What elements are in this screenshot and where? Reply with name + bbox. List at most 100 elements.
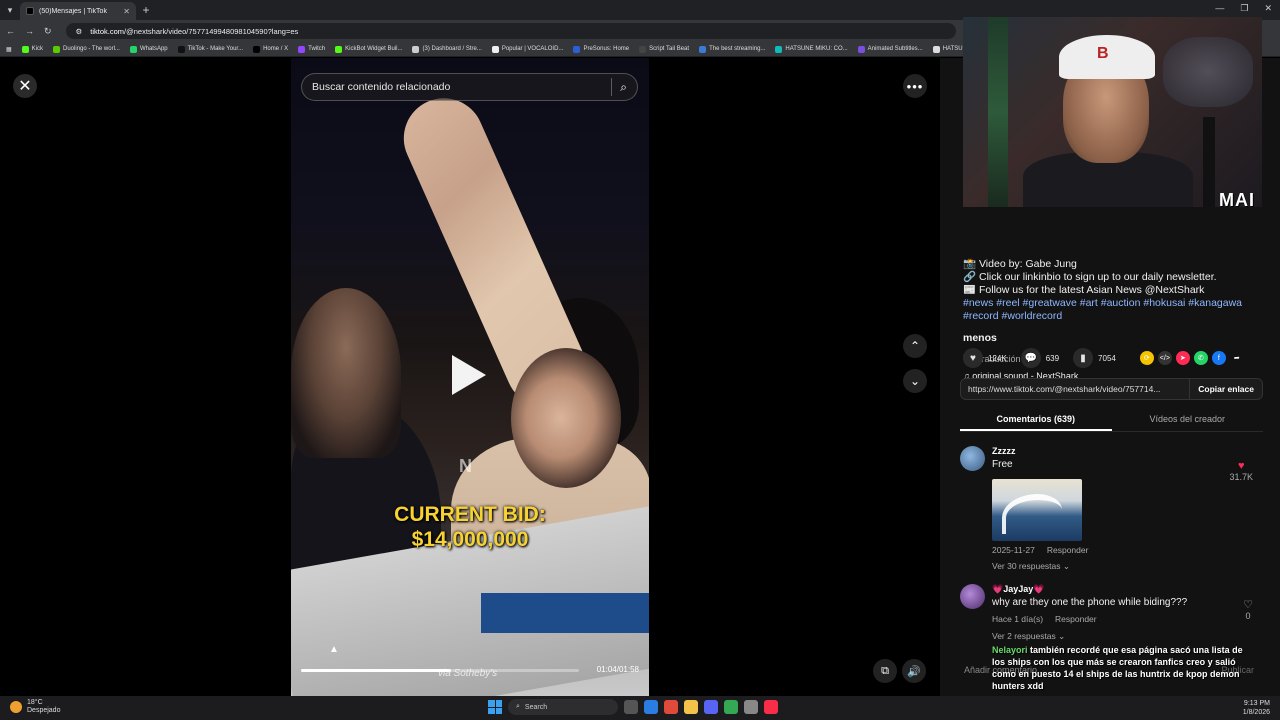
comment-like-button[interactable]: ♥ 31.7K [1229,460,1253,482]
bookmark-item[interactable]: TikTok - Make Your... [177,45,243,53]
bookmark-item[interactable]: Popular | VOCALOID... [491,45,563,53]
play-icon[interactable] [452,355,486,395]
taskbar-clock[interactable]: 9:13 PM 1/8/2026 [1243,699,1270,717]
previous-video-button[interactable]: ⌃ [903,334,927,358]
view-replies-button[interactable]: Ver 30 respuestas ⌄ [992,561,1070,572]
reload-icon[interactable]: ↻ [44,26,52,37]
more-icon: ••• [906,78,924,94]
close-video-button[interactable]: ✕ [13,74,37,98]
dashboard-icon [412,45,420,53]
comment-image[interactable] [992,479,1082,541]
embed-icon[interactable]: </> [1157,351,1172,365]
bookmark-item[interactable]: KickBot Widget Buil... [335,45,402,53]
minimize-icon[interactable]: — [1215,3,1224,14]
reply-button[interactable]: Responder [1047,545,1089,555]
taskbar-search-label: Search [524,703,548,711]
url-path: /@nextshark/video/7577149948098104590?la… [124,26,299,36]
video-link-field: https://www.tiktok.com/@nextshark/video/… [960,378,1263,400]
comment-button[interactable]: 💬 639 [1020,348,1059,368]
reply-button[interactable]: Responder [1055,614,1097,624]
new-tab-icon[interactable]: + [136,3,156,17]
webcam-background-drums [1163,37,1253,107]
tiktok-favicon-icon [26,7,34,15]
bookmark-item[interactable]: Animated Subtitles... [857,45,923,53]
webcam-overlay-label: MAI [1219,190,1255,210]
task-view-icon[interactable] [624,700,638,714]
comment-author[interactable]: Zzzzz [992,446,1016,456]
bookmark-item[interactable]: Script Tail Beat [639,45,689,53]
send-icon[interactable]: ➤ [1175,351,1190,365]
more-options-button[interactable]: ••• [903,74,927,98]
tab-title: (50)Mensajes | TikTok [39,7,107,15]
back-icon[interactable]: ← [6,26,15,36]
view-replies-button[interactable]: Ver 2 respuestas ⌄ [992,631,1065,642]
bookmark-item[interactable]: HATSUNE MIKU: CO... [775,45,848,53]
next-video-button[interactable]: ⌄ [903,369,927,393]
share-arrow-icon[interactable]: ➦ [1229,351,1244,365]
video-scene-desk [481,593,649,633]
facebook-share-icon[interactable]: f [1211,351,1226,365]
taskbar: 18°C Despejado ⌕ Search 9:13 PM 1/8/2026 [0,696,1280,720]
description-hashtags[interactable]: #news #reel #greatwave #art #auction #ho… [963,297,1263,323]
comment-item: Zzzzz Free 2025-11-27 Responder Ver 30 re… [960,446,1263,571]
subtitles-icon [857,45,865,53]
forward-icon[interactable]: → [25,26,34,36]
chrome-icon[interactable] [724,700,738,714]
x-icon [253,45,261,53]
bookmark-item[interactable]: Twitch [298,45,325,53]
window-controls: — ❐ ✕ [1215,3,1272,14]
settings-icon[interactable] [744,700,758,714]
avatar[interactable] [960,446,985,471]
heart-filled-icon: ♥ [1237,460,1245,472]
maximize-icon[interactable]: ❐ [1240,3,1248,14]
related-search-input[interactable]: Buscar contenido relacionado ⌕ [301,73,638,101]
volume-button[interactable]: 🔊 [902,659,926,683]
pip-button[interactable]: ⧉ [873,659,897,683]
bookmark-item[interactable]: Home / X [253,45,288,53]
like-button[interactable]: ♥ 124K [963,348,1007,368]
bookmark-item[interactable]: PreSonus: Home [573,45,629,53]
bookmark-item[interactable]: The best streaming... [699,45,765,53]
video-player[interactable]: Buscar contenido relacionado ⌕ N CURRENT… [291,58,649,696]
url-field[interactable]: ⚙ tiktok.com/@nextshark/video/7577149948… [65,23,956,39]
bookmark-item[interactable]: (3) Dashboard / Stre... [412,45,482,53]
view-replies-label: Ver 2 respuestas [992,631,1056,641]
discord-icon[interactable] [704,700,718,714]
file-explorer-icon[interactable] [684,700,698,714]
save-button[interactable]: ▮ 7054 [1073,348,1116,368]
weather-widget[interactable]: 18°C Despejado [10,699,60,715]
avatar[interactable] [960,584,985,609]
video-progress-bar[interactable] [301,669,579,672]
tab-close-icon[interactable]: ✕ [123,7,130,16]
edge-icon[interactable] [644,700,658,714]
app-icon[interactable] [664,700,678,714]
apps-icon[interactable]: ▦ [6,46,12,53]
search-icon[interactable]: ⌕ [620,80,627,95]
tab-comments[interactable]: Comentarios (639) [960,408,1112,431]
chat-message: también recordé que esa página sacó una … [992,645,1243,691]
copy-link-button[interactable]: Copiar enlace [1189,379,1262,399]
video-link-url[interactable]: https://www.tiktok.com/@nextshark/video/… [961,384,1189,394]
bookmark-item[interactable]: Duolingo - The worl... [53,45,120,53]
browser-tab[interactable]: (50)Mensajes | TikTok ✕ [20,2,136,20]
window-close-icon[interactable]: ✕ [1264,3,1272,14]
bookmark-item[interactable]: WhatsApp [129,45,168,53]
whatsapp-icon [129,45,137,53]
taskbar-search[interactable]: ⌕ Search [508,699,618,715]
tab-creator-videos[interactable]: Vídeos del creador [1112,408,1264,431]
whatsapp-share-icon[interactable]: ✆ [1193,351,1208,365]
comment-author[interactable]: 💗JayJay💗 [992,584,1044,595]
close-icon: ✕ [18,78,32,95]
bookmark-item[interactable]: Kick [21,45,43,53]
share-options: ⟳ </> ➤ ✆ f ➦ [1139,351,1244,365]
current-bid-amount: $14,000,000 [411,528,529,551]
weather-status: Despejado [27,707,61,714]
repost-icon[interactable]: ⟳ [1139,351,1154,365]
tab-search-icon[interactable]: ▾ [0,0,20,20]
save-count: 7054 [1098,353,1116,363]
windows-start-icon[interactable] [488,700,502,714]
show-less-link[interactable]: menos [963,332,1263,345]
site-info-icon[interactable]: ⚙ [76,27,83,36]
comment-like-button[interactable]: ♡ 0 [1243,598,1253,621]
music-app-icon[interactable] [764,700,778,714]
